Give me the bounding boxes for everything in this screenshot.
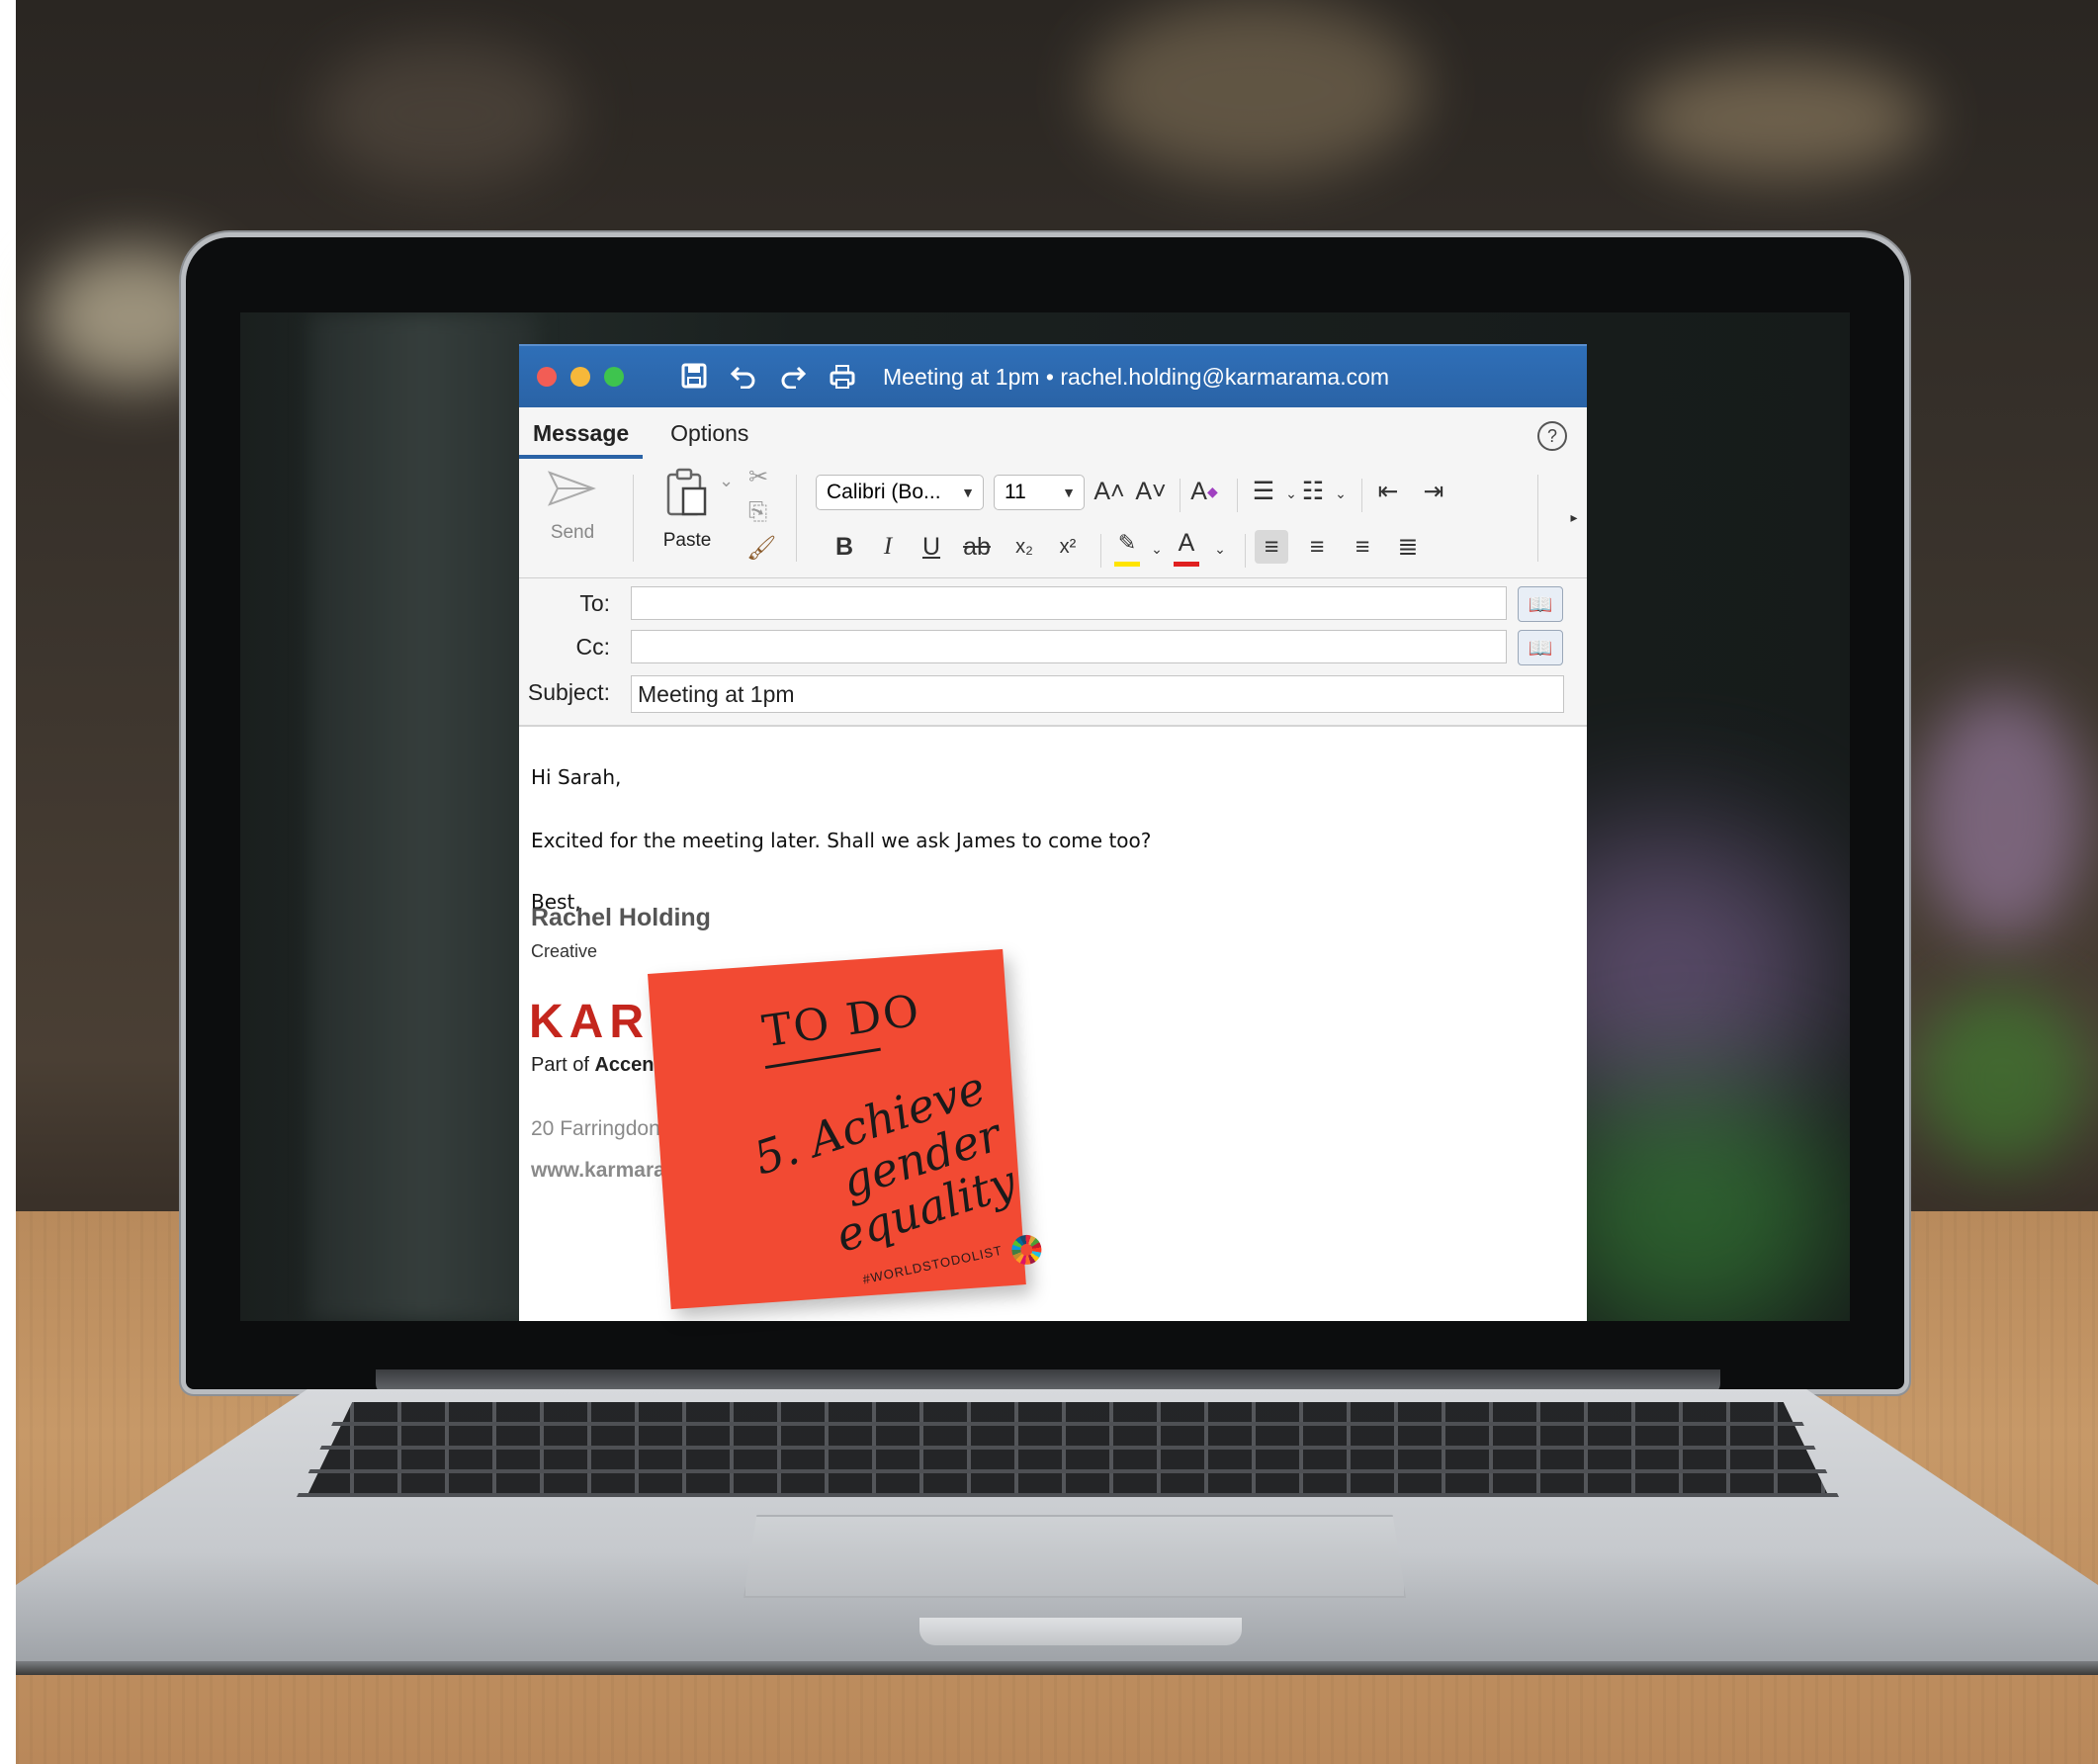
superscript-button[interactable]: x² bbox=[1051, 530, 1085, 564]
ribbon-toolbar: Send Paste ⌄ ✂ ⎘ 🖌 Calibri (Bo... ▼ 11 ▼… bbox=[519, 459, 1587, 578]
ribbon-separator bbox=[796, 475, 797, 562]
subscript-button[interactable]: x₂ bbox=[1007, 530, 1041, 564]
highlighter-icon[interactable]: ✎ bbox=[1110, 526, 1144, 560]
signature-role: Creative bbox=[531, 941, 598, 961]
paste-label: Paste bbox=[662, 530, 712, 551]
increase-indent-icon[interactable]: ⇥ bbox=[1417, 475, 1450, 508]
window-title: Meeting at 1pm • rachel.holding@karmaram… bbox=[883, 363, 1390, 390]
chevron-down-icon: ▼ bbox=[961, 485, 975, 500]
keyboard-rows bbox=[297, 1402, 1839, 1497]
decrease-indent-icon[interactable]: ⇤ bbox=[1371, 475, 1405, 508]
background-light bbox=[316, 40, 573, 188]
image-border bbox=[0, 0, 16, 1764]
subject-label: Subject: bbox=[527, 679, 610, 705]
zoom-button[interactable] bbox=[604, 367, 624, 387]
format-painter-icon[interactable]: 🖌 bbox=[746, 534, 776, 563]
align-right-icon[interactable]: ≡ bbox=[1346, 530, 1379, 564]
background-light bbox=[1918, 692, 2086, 939]
cc-label: Cc: bbox=[575, 634, 611, 660]
address-book-icon[interactable]: 📖 bbox=[1518, 586, 1563, 622]
tab-options[interactable]: Options bbox=[656, 420, 762, 459]
font-size-value: 11 bbox=[1005, 481, 1026, 503]
ribbon-separator bbox=[1537, 475, 1538, 562]
undo-icon[interactable] bbox=[729, 363, 758, 391]
shrink-font-button[interactable]: A˅ bbox=[1134, 475, 1168, 508]
close-button[interactable] bbox=[537, 367, 557, 387]
body-message: Excited for the meeting later. Shall we … bbox=[531, 829, 1152, 852]
sticky-heading: TO DO bbox=[759, 985, 924, 1058]
chevron-down-icon[interactable]: ⌄ bbox=[1203, 532, 1237, 566]
ribbon-tabs: Message Options ? bbox=[519, 407, 1587, 459]
chevron-down-icon[interactable]: ⌄ bbox=[719, 471, 734, 491]
address-book-icon[interactable]: 📖 bbox=[1518, 630, 1563, 665]
font-name-value: Calibri (Bo... bbox=[827, 481, 941, 503]
send-icon bbox=[529, 467, 616, 522]
tab-message[interactable]: Message bbox=[519, 420, 644, 459]
font-color-button[interactable]: A bbox=[1170, 526, 1203, 560]
help-icon[interactable]: ? bbox=[1537, 421, 1567, 451]
ribbon-separator bbox=[1237, 479, 1238, 512]
to-label: To: bbox=[579, 590, 610, 616]
background-light bbox=[1918, 989, 2086, 1167]
font-color-swatch bbox=[1174, 562, 1199, 567]
italic-button[interactable]: I bbox=[871, 530, 905, 564]
subject-field[interactable]: Meeting at 1pm bbox=[631, 675, 1564, 713]
print-icon[interactable] bbox=[828, 363, 857, 391]
clipboard-icon bbox=[648, 467, 727, 530]
font-size-select[interactable]: 11 ▼ bbox=[994, 475, 1085, 510]
trackpad bbox=[743, 1515, 1406, 1598]
cut-icon[interactable]: ✂ bbox=[748, 463, 768, 491]
signature-part-of: Part of Accent bbox=[531, 1054, 661, 1076]
background-light bbox=[1631, 59, 1928, 178]
bold-button[interactable]: B bbox=[828, 530, 861, 564]
grow-font-button[interactable]: A˄ bbox=[1093, 475, 1126, 508]
body-greeting: Hi Sarah, bbox=[531, 765, 622, 789]
paste-button[interactable]: Paste bbox=[648, 467, 727, 552]
ribbon-separator bbox=[1361, 479, 1362, 512]
chevron-down-icon[interactable]: ⌄ bbox=[1140, 532, 1174, 566]
highlight-color-swatch bbox=[1114, 562, 1140, 567]
to-field[interactable] bbox=[631, 586, 1507, 620]
ribbon-overflow-icon[interactable]: ▸ bbox=[1557, 500, 1587, 534]
save-icon[interactable] bbox=[679, 363, 709, 391]
copy-icon[interactable]: ⎘ bbox=[748, 498, 767, 526]
send-label: Send bbox=[550, 522, 595, 543]
clear-formatting-icon[interactable]: A ◆ bbox=[1187, 475, 1221, 508]
align-center-icon[interactable]: ≡ bbox=[1300, 530, 1334, 564]
signature-website[interactable]: www.karmara bbox=[531, 1159, 665, 1183]
justify-icon[interactable]: ≣ bbox=[1391, 530, 1425, 564]
title-bar: Meeting at 1pm • rachel.holding@karmaram… bbox=[519, 344, 1587, 407]
address-fields: To: 📖 Cc: 📖 Subject: Meeting at 1pm bbox=[519, 578, 1587, 727]
laptop-edge bbox=[16, 1661, 2098, 1675]
cc-field[interactable] bbox=[631, 630, 1507, 663]
background-light bbox=[1088, 0, 1424, 178]
chevron-down-icon: ▼ bbox=[1062, 485, 1076, 500]
lid-notch bbox=[919, 1618, 1242, 1645]
underline-button[interactable]: U bbox=[915, 530, 948, 564]
ribbon-separator bbox=[1100, 534, 1101, 568]
font-name-select[interactable]: Calibri (Bo... ▼ bbox=[816, 475, 984, 510]
strikethrough-button[interactable]: ab bbox=[960, 530, 994, 564]
sticky-note: TO DO 5. Achieve gender equality #WORLDS… bbox=[648, 948, 1043, 1310]
minimize-button[interactable] bbox=[570, 367, 590, 387]
align-left-icon[interactable]: ≡ bbox=[1255, 530, 1288, 564]
ribbon-separator bbox=[633, 475, 634, 562]
signature-name: Rachel Holding bbox=[531, 904, 711, 931]
chevron-down-icon[interactable]: ⌄ bbox=[1324, 477, 1357, 510]
signature-address: 20 Farringdon bbox=[531, 1117, 660, 1140]
sticky-goal-text: 5. Achieve gender equality bbox=[746, 1060, 1022, 1263]
ribbon-separator bbox=[1245, 534, 1246, 568]
redo-icon[interactable] bbox=[778, 363, 808, 391]
send-button[interactable]: Send bbox=[529, 467, 616, 570]
